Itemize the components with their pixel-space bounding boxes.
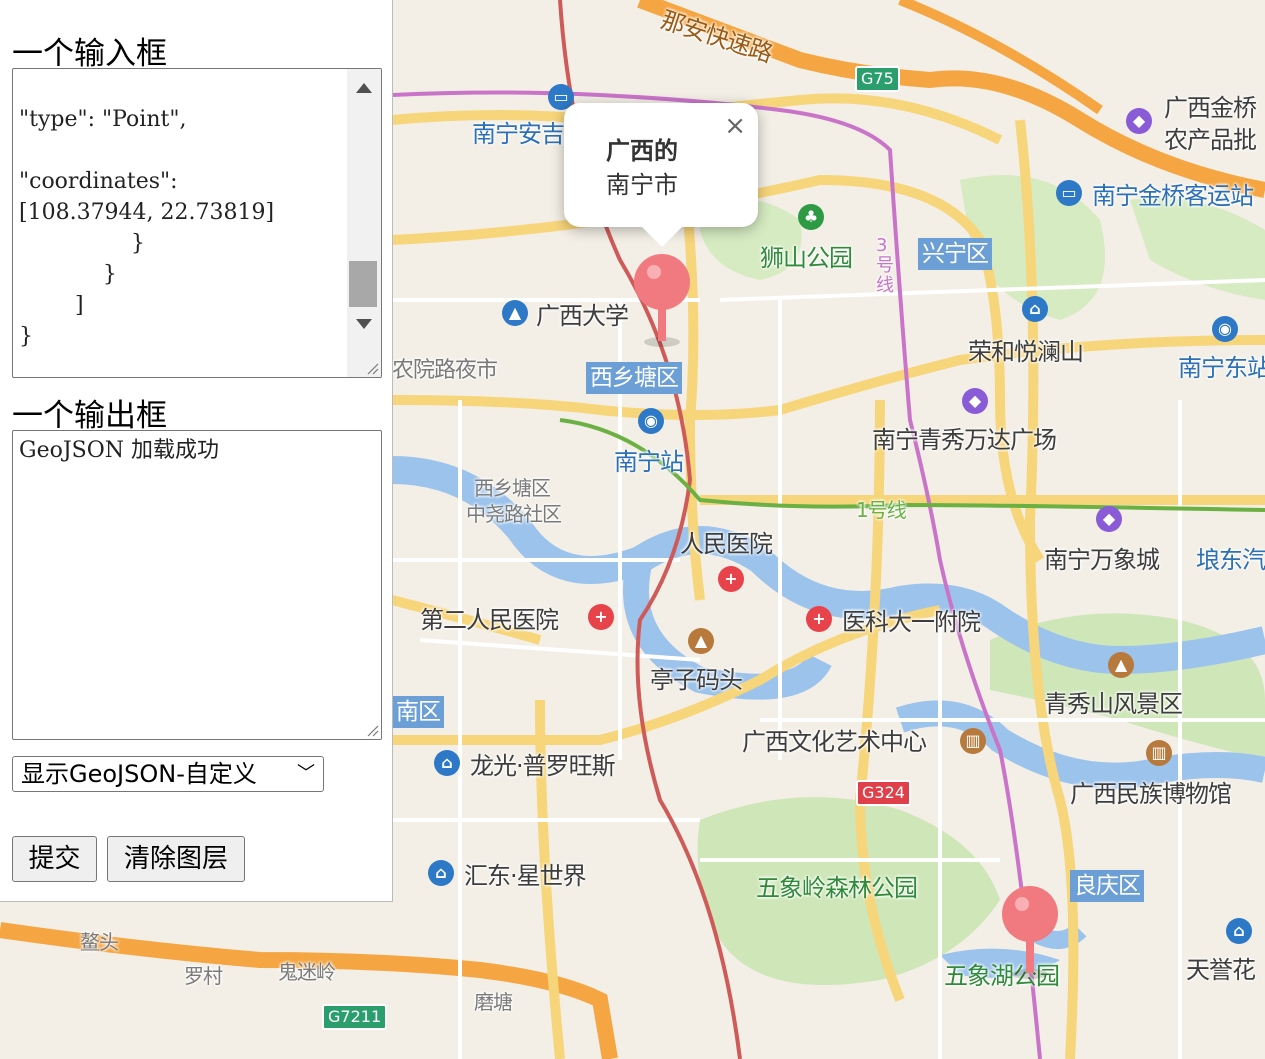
- label-shishan-park: 狮山公园: [760, 244, 853, 272]
- label-minzu: 广西民族博物馆: [1070, 780, 1232, 808]
- residence-icon: ⌂: [428, 860, 454, 886]
- label-jingtou: 鳌头: [80, 930, 119, 954]
- label-nanning-an: 南宁安吉: [472, 120, 565, 148]
- popup-close-icon[interactable]: ×: [724, 111, 746, 141]
- label-second-hosp: 第二人民医院: [420, 606, 559, 634]
- museum-icon: ▥: [1146, 740, 1172, 766]
- label-wuxiangling: 五象岭森林公园: [756, 874, 918, 902]
- scroll-down-arrow-icon[interactable]: [356, 319, 372, 329]
- shopping-icon: ◆: [1126, 108, 1152, 134]
- scroll-up-arrow-icon[interactable]: [356, 83, 372, 93]
- label-wenhua: 广西文化艺术中心: [742, 728, 927, 756]
- output-heading: 一个输出框: [12, 398, 167, 434]
- resize-grip-icon[interactable]: [365, 723, 379, 737]
- hospital-icon: +: [588, 604, 614, 630]
- residence-icon: ⌂: [1226, 918, 1252, 944]
- label-guangxi-univ: 广西大学: [536, 302, 629, 330]
- label-wanda: 南宁青秀万达广场: [872, 426, 1057, 454]
- label-jinqiao-market: 广西金桥: [1164, 94, 1257, 122]
- landmark-icon: ▲: [688, 628, 714, 654]
- output-text: GeoJSON 加载成功: [19, 438, 220, 463]
- park-tree-icon: ♣: [798, 204, 824, 230]
- input-heading: 一个输入框: [12, 36, 167, 72]
- g75-shield: G75: [855, 66, 900, 92]
- marker-popup: 广西的 南宁市 ×: [564, 103, 758, 247]
- railway-station-icon: ◉: [1212, 316, 1238, 342]
- label-longguang: 龙光·普罗旺斯: [470, 752, 616, 780]
- bus-station-icon: ▭: [1056, 180, 1082, 206]
- residence-icon: ⌂: [1022, 296, 1048, 322]
- g7211-shield: G7211: [322, 1004, 388, 1030]
- clear-layers-button[interactable]: 清除图层: [107, 836, 245, 882]
- display-mode-select[interactable]: 显示GeoJSON-自定义 ﹀: [12, 756, 324, 792]
- map-marker-pin[interactable]: [632, 250, 692, 350]
- output-textarea[interactable]: GeoJSON 加载成功: [12, 430, 382, 740]
- label-renmin-hosp: 人民医院: [680, 530, 773, 558]
- hospital-icon: +: [806, 606, 832, 632]
- popup-title: 广西的: [606, 137, 678, 165]
- culture-center-icon: ▥: [960, 728, 986, 754]
- district-xixiangtang: 西乡塘区: [586, 362, 682, 394]
- g324-shield: G324: [856, 780, 911, 806]
- scenic-area-icon: ▲: [1108, 652, 1134, 678]
- label-nanning-east: 南宁东站: [1178, 354, 1265, 382]
- label-luocun: 罗村: [184, 964, 223, 988]
- district-xingning: 兴宁区: [918, 238, 992, 270]
- scroll-thumb[interactable]: [349, 261, 377, 307]
- label-medical: 医科大一附院: [842, 608, 981, 636]
- map-marker-pin[interactable]: [1000, 882, 1060, 982]
- university-icon: ▲: [502, 300, 528, 326]
- control-panel: 一个输入框 "type": "Point", "coordinates": [1…: [0, 0, 393, 902]
- hospital-icon: +: [718, 566, 744, 592]
- label-ponddong: 埌东汽: [1196, 546, 1265, 574]
- district-nanqu: 南区: [392, 696, 444, 728]
- resize-grip-icon[interactable]: [365, 361, 379, 375]
- select-value: 显示GeoJSON-自定义: [21, 760, 257, 788]
- label-guimi: 鬼迷岭: [278, 960, 336, 984]
- label-jinqiao-market2: 农产品批: [1164, 126, 1257, 154]
- label-zhongyao: 中尧路社区: [466, 502, 562, 526]
- label-tingzi: 亭子码头: [650, 666, 743, 694]
- label-qingxiu: 青秀山风景区: [1044, 690, 1183, 718]
- chevron-down-icon: ﹀: [297, 763, 315, 784]
- label-rongheyue: 荣和悦澜山: [968, 338, 1084, 366]
- label-jinqiao-station: 南宁金桥客运站: [1092, 182, 1254, 210]
- geojson-input-text: "type": "Point", "coordinates": [108.379…: [19, 107, 275, 349]
- shopping-icon: ◆: [1096, 506, 1122, 532]
- submit-button[interactable]: 提交: [12, 836, 97, 882]
- label-motang: 磨塘: [474, 990, 513, 1014]
- residence-icon: ⌂: [434, 750, 460, 776]
- popup-body: 南宁市: [606, 171, 678, 199]
- shopping-icon: ◆: [962, 388, 988, 414]
- label-tianyu: 天誉花: [1186, 956, 1256, 984]
- label-line3: 3号线: [876, 235, 894, 296]
- district-liangqing: 良庆区: [1070, 870, 1144, 902]
- label-huidong: 汇东·星世界: [464, 862, 587, 890]
- label-wanxiang: 南宁万象城: [1044, 546, 1160, 574]
- railway-station-icon: ◉: [638, 408, 664, 434]
- label-nanning-station: 南宁站: [614, 448, 684, 476]
- label-line1: 1号线: [856, 498, 907, 522]
- geojson-input-textarea[interactable]: "type": "Point", "coordinates": [108.379…: [12, 68, 382, 378]
- label-nongyuan: 农院路夜市: [392, 358, 498, 383]
- input-scrollbar[interactable]: [347, 69, 381, 377]
- label-xixiangtang-sub: 西乡塘区: [474, 476, 551, 500]
